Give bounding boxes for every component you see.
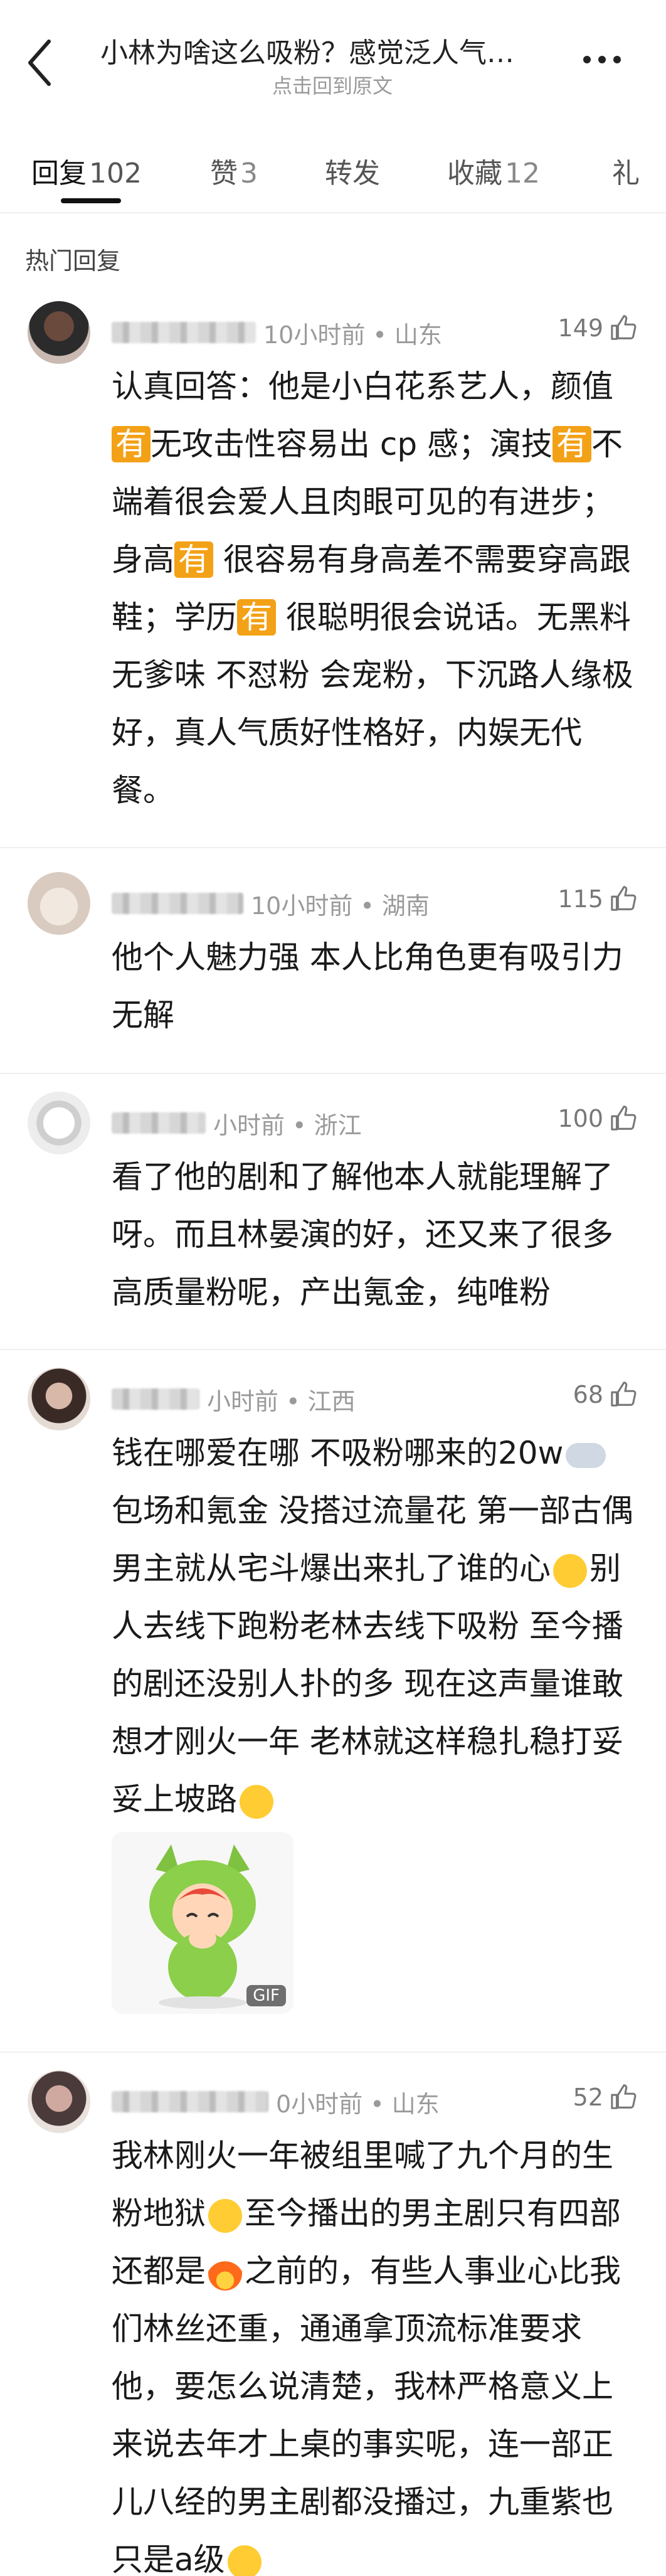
comment-meta: 小时前 • 浙江 bbox=[112, 1104, 362, 1142]
comment-time-location: 0小时前 • 山东 bbox=[276, 2090, 440, 2118]
avatar[interactable] bbox=[28, 2070, 90, 2133]
page-title[interactable]: 小林为啥这么吸粉？感觉泛人气… bbox=[100, 30, 564, 70]
tab-favorites-count: 12 bbox=[505, 157, 540, 189]
comment-meta: 小时前 • 江西 bbox=[112, 1380, 356, 1418]
text-segment: 无攻击性容易出 cp 感；演技 bbox=[151, 426, 553, 462]
active-tab-indicator bbox=[61, 198, 121, 203]
tab-gifts[interactable]: 礼 bbox=[612, 151, 640, 191]
like-count: 52 bbox=[573, 2084, 603, 2111]
username-redacted[interactable] bbox=[112, 1112, 206, 1134]
username-redacted[interactable] bbox=[112, 322, 256, 343]
like-button[interactable]: 52 bbox=[573, 2083, 638, 2112]
fire-emoji-icon bbox=[208, 2256, 242, 2291]
comment-page: 小林为啥这么吸粉？感觉泛人气… 点击回到原文 回复102 赞3 转发 收藏12 … bbox=[0, 0, 666, 2576]
crying-face-emoji-icon bbox=[208, 2198, 242, 2233]
tab-likes[interactable]: 赞3 bbox=[210, 151, 258, 191]
divider bbox=[0, 1073, 666, 1074]
username-redacted[interactable] bbox=[112, 893, 243, 914]
comment-text: 他个人魅力强 本人比角色更有吸引力 无解 bbox=[112, 939, 623, 1033]
hot-replies-heading: 热门回复 bbox=[25, 247, 121, 275]
comment-text: 看了他的剧和了解他本人就能理解了呀。而且林晏演的好，还又来了很多高质量粉呢，产出… bbox=[112, 1159, 613, 1311]
username-redacted[interactable] bbox=[112, 2091, 268, 2112]
back-to-post-link[interactable]: 点击回到原文 bbox=[100, 70, 564, 99]
comment-meta: 10小时前 • 山东 bbox=[112, 314, 442, 351]
comment-time-location: 10小时前 • 山东 bbox=[263, 321, 442, 349]
comment-text: 钱在哪爱在哪 不吸粉哪来的20w包场和氪金 没搭过流量花 第一部古偶男主就从宅斗… bbox=[112, 1424, 638, 1828]
divider bbox=[0, 1349, 666, 1350]
like-count: 149 bbox=[558, 314, 603, 342]
text-segment: 别人去线下跑粉老林去线下吸粉 至今播的剧还没别人扑的多 现在这声量谁敢想才刚火一… bbox=[112, 1550, 623, 1818]
tab-gifts-label: 礼 bbox=[612, 157, 640, 189]
text-segment: 认真回答：他是小白花系艺人，颜值 bbox=[112, 368, 613, 405]
username-redacted[interactable] bbox=[112, 1388, 199, 1410]
tab-likes-count: 3 bbox=[240, 157, 258, 189]
thumbs-up-icon bbox=[611, 315, 637, 340]
comment-time-location: 10小时前 • 湖南 bbox=[251, 891, 430, 920]
tab-replies-count: 102 bbox=[89, 157, 142, 189]
top-bar: 小林为啥这么吸粉？感觉泛人气… 点击回到原文 bbox=[0, 0, 666, 125]
like-count: 100 bbox=[558, 1105, 603, 1132]
like-count: 115 bbox=[558, 885, 603, 913]
thumbs-up-icon bbox=[611, 1105, 637, 1131]
tab-replies-label: 回复 bbox=[31, 157, 87, 189]
avatar[interactable] bbox=[28, 1368, 90, 1430]
divider bbox=[0, 847, 666, 848]
avatar[interactable] bbox=[28, 1092, 90, 1154]
comment-text: 我林刚火一年被组里喊了九个月的生粉地狱 至今播出的男主剧只有四部还都是 之前的，有些… bbox=[112, 2127, 638, 2576]
highlight-tag: 有 bbox=[174, 541, 213, 578]
thumbs-up-icon bbox=[611, 886, 637, 911]
like-count: 68 bbox=[573, 1381, 603, 1408]
like-button[interactable]: 115 bbox=[558, 885, 638, 913]
tab-reposts[interactable]: 转发 bbox=[325, 151, 380, 191]
avatar[interactable] bbox=[28, 301, 90, 364]
text-segment: 之前的，有些人事业心比我们林丝还重，通通拿顶流标准要求他，要怎么说清楚，我林严格… bbox=[112, 2253, 621, 2576]
like-button[interactable]: 149 bbox=[558, 314, 638, 343]
highlight-tag: 有 bbox=[237, 599, 276, 636]
gif-badge: GIF bbox=[246, 1985, 286, 2006]
tab-favorites-label: 收藏 bbox=[447, 157, 502, 189]
thumbs-up-icon bbox=[611, 1381, 637, 1407]
divider bbox=[0, 2052, 666, 2053]
highlight-tag: 有 bbox=[112, 426, 151, 462]
avatar[interactable] bbox=[28, 872, 90, 935]
back-arrow-icon[interactable] bbox=[25, 38, 56, 88]
highlight-tag: 有 bbox=[552, 426, 592, 462]
tab-reposts-label: 转发 bbox=[325, 157, 380, 189]
like-button[interactable]: 68 bbox=[573, 1380, 638, 1409]
gif-sticker[interactable]: GIF bbox=[112, 1832, 293, 2014]
tab-likes-label: 赞 bbox=[210, 157, 238, 189]
comment-time-location: 小时前 • 浙江 bbox=[213, 1111, 362, 1139]
comment-meta: 0小时前 • 山东 bbox=[112, 2083, 440, 2121]
tab-replies[interactable]: 回复102 bbox=[31, 151, 142, 191]
tab-bar: 回复102 赞3 转发 收藏12 礼 bbox=[0, 138, 666, 213]
like-button[interactable]: 100 bbox=[558, 1104, 638, 1133]
thumbs-up-icon bbox=[611, 2084, 637, 2109]
comment-time-location: 小时前 • 江西 bbox=[207, 1387, 356, 1415]
more-options-icon[interactable] bbox=[583, 50, 633, 69]
text-segment: 钱在哪爱在哪 不吸粉哪来的20w bbox=[112, 1435, 564, 1471]
comment-meta: 10小时前 • 湖南 bbox=[112, 885, 430, 922]
tab-favorites[interactable]: 收藏12 bbox=[447, 151, 540, 191]
kissing-face-emoji-icon bbox=[240, 1784, 273, 1819]
grimacing-face-emoji-icon bbox=[227, 2545, 262, 2576]
silly-face-emoji-icon bbox=[553, 1553, 587, 1588]
cloud-emoji-icon bbox=[566, 1442, 606, 1468]
comment-text: 认真回答：他是小白花系艺人，颜值有 无攻击性容易出 cp 感；演技有不端着很会爱人… bbox=[112, 358, 638, 819]
